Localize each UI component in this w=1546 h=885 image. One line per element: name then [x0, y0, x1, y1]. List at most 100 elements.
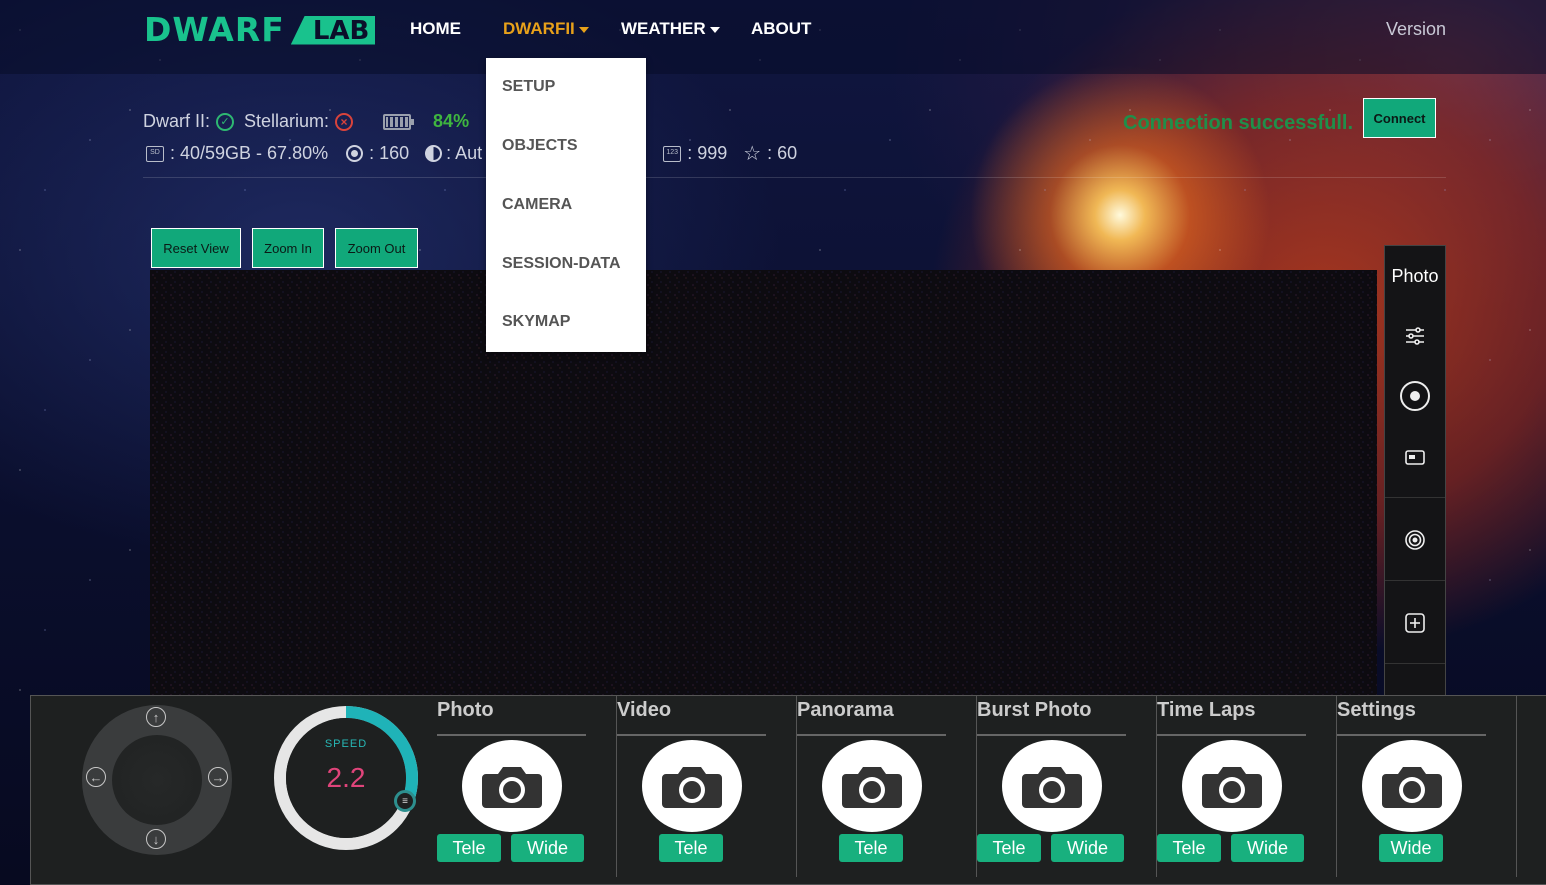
device-info-row: SD : 40/59GB - 67.80% : 160 : Aut 123 : … [146, 141, 797, 166]
camera-icon [840, 762, 904, 810]
record-icon[interactable] [1385, 380, 1445, 412]
tele-lens-button[interactable]: Tele [977, 834, 1041, 862]
gain-value: : 160 [369, 143, 410, 163]
nav-home-label: HOME [410, 19, 461, 38]
mode-underline [617, 734, 766, 736]
star-icon: ☆ [743, 143, 762, 165]
speed-dial[interactable]: SPEED 2.2 ≡ [270, 702, 422, 854]
menu-item-setup[interactable]: SETUP [502, 78, 555, 96]
camera-shutter-button[interactable] [462, 740, 562, 832]
stellarium-status-label: Stellarium: [244, 111, 330, 131]
joystick[interactable]: ↑ ↓ ← → [82, 705, 232, 855]
speed-value: 2.2 [326, 762, 366, 793]
camera-shutter-button[interactable] [1002, 740, 1102, 832]
camera-preview[interactable] [150, 270, 1377, 696]
mode-column: Burst Photo Tele Wide [977, 695, 1157, 877]
sliders-icon[interactable] [1385, 326, 1445, 346]
arrow-up-icon[interactable]: ↑ [146, 707, 166, 727]
tele-lens-button[interactable]: Tele [659, 834, 723, 862]
mode-title: Burst Photo [977, 699, 1092, 721]
storage-value: : 40/59GB - 67.80% [170, 143, 329, 163]
gain-icon [346, 145, 364, 162]
wide-lens-button[interactable]: Wide [1379, 834, 1443, 862]
mode-title: Video [617, 699, 672, 721]
nav-weather[interactable]: WEATHER [621, 19, 720, 39]
top-navbar: DWARF LAB HOME DWARFII WEATHER ABOUT Ver… [0, 0, 1546, 74]
connection-message: Connection successfull. [1123, 112, 1354, 134]
mode-title: Photo [437, 699, 494, 721]
target-icon[interactable] [1385, 529, 1445, 551]
wide-lens-button[interactable]: Wide [511, 834, 584, 862]
connection-status-row: Dwarf II: ✓ Stellarium: × 84% [143, 111, 469, 132]
mode-underline [1157, 734, 1306, 736]
nav-version[interactable]: Version [1386, 19, 1446, 40]
count-value: : 999 [687, 143, 728, 163]
wide-lens-button[interactable]: Wide [1051, 834, 1124, 862]
camera-shutter-button[interactable] [822, 740, 922, 832]
nav-home[interactable]: HOME [410, 19, 461, 39]
brand-name: DWARF [144, 10, 285, 49]
reset-view-button[interactable]: Reset View [151, 228, 241, 268]
camera-icon [480, 762, 544, 810]
side-divider [1385, 580, 1445, 581]
menu-item-objects[interactable]: OBJECTS [502, 137, 578, 155]
menu-item-session-data[interactable]: SESSION-DATA [502, 255, 621, 273]
camera-shutter-button[interactable] [642, 740, 742, 832]
mode-underline [1337, 734, 1486, 736]
tele-lens-button[interactable]: Tele [437, 834, 501, 862]
tele-lens-button[interactable]: Tele [839, 834, 903, 862]
mode-column: Video Tele [617, 695, 797, 877]
connect-button[interactable]: Connect [1363, 98, 1436, 138]
plus-box-icon[interactable] [1385, 612, 1445, 634]
count-icon: 123 [663, 145, 682, 162]
storage-icon: SD [146, 145, 164, 162]
mode-title: Settings [1337, 699, 1416, 721]
mode-underline [977, 734, 1126, 736]
window-icon[interactable] [1385, 449, 1445, 467]
menu-item-camera[interactable]: CAMERA [502, 196, 572, 214]
speed-label: SPEED [324, 738, 368, 750]
mode-underline [797, 734, 946, 736]
check-circle-icon: ✓ [216, 112, 235, 131]
zoom-out-button[interactable]: Zoom Out [335, 228, 418, 268]
mode-column: Time Laps Tele Wide [1157, 695, 1337, 877]
stars-value: : 60 [767, 143, 798, 163]
menu-item-skymap[interactable]: SKYMAP [502, 313, 570, 331]
nav-dwarfii-label: DWARFII [503, 19, 575, 38]
side-divider [1385, 663, 1445, 664]
arrow-down-icon[interactable]: ↓ [146, 829, 166, 849]
joystick-center[interactable] [112, 735, 202, 825]
arrow-left-icon[interactable]: ← [86, 767, 106, 787]
camera-side-panel: Photo [1384, 245, 1446, 705]
side-divider [1385, 497, 1445, 498]
nav-weather-label: WEATHER [621, 19, 706, 38]
menu-icon[interactable]: ≡ [394, 790, 416, 812]
brand-logo[interactable]: DWARF LAB [144, 10, 376, 49]
mode-column: Panorama Tele [797, 695, 977, 877]
camera-shutter-button[interactable] [1362, 740, 1462, 832]
column-divider [1516, 695, 1517, 877]
chevron-down-icon [709, 27, 720, 33]
error-circle-icon: × [335, 112, 354, 131]
nav-about-label: ABOUT [751, 19, 812, 38]
mode-column: Photo Tele Wide [437, 695, 617, 877]
camera-icon [660, 762, 724, 810]
zoom-in-button[interactable]: Zoom In [252, 228, 324, 268]
status-divider [143, 177, 1446, 178]
wide-lens-button[interactable]: Wide [1231, 834, 1304, 862]
mode-column: Settings Wide [1337, 695, 1517, 877]
tele-lens-button[interactable]: Tele [1157, 834, 1221, 862]
mode-title: Time Laps [1157, 699, 1256, 721]
battery-icon [383, 113, 415, 130]
nav-about[interactable]: ABOUT [751, 19, 811, 39]
camera-icon [1020, 762, 1084, 810]
dwarf-status-label: Dwarf II: [143, 111, 211, 131]
battery-percent: 84% [433, 111, 470, 131]
chevron-down-icon [578, 27, 589, 33]
camera-icon [1200, 762, 1264, 810]
exposure-icon [425, 145, 443, 162]
camera-shutter-button[interactable] [1182, 740, 1282, 832]
nav-dwarfii[interactable]: DWARFII [503, 19, 589, 39]
arrow-right-icon[interactable]: → [208, 767, 228, 787]
mode-title: Panorama [797, 699, 894, 721]
